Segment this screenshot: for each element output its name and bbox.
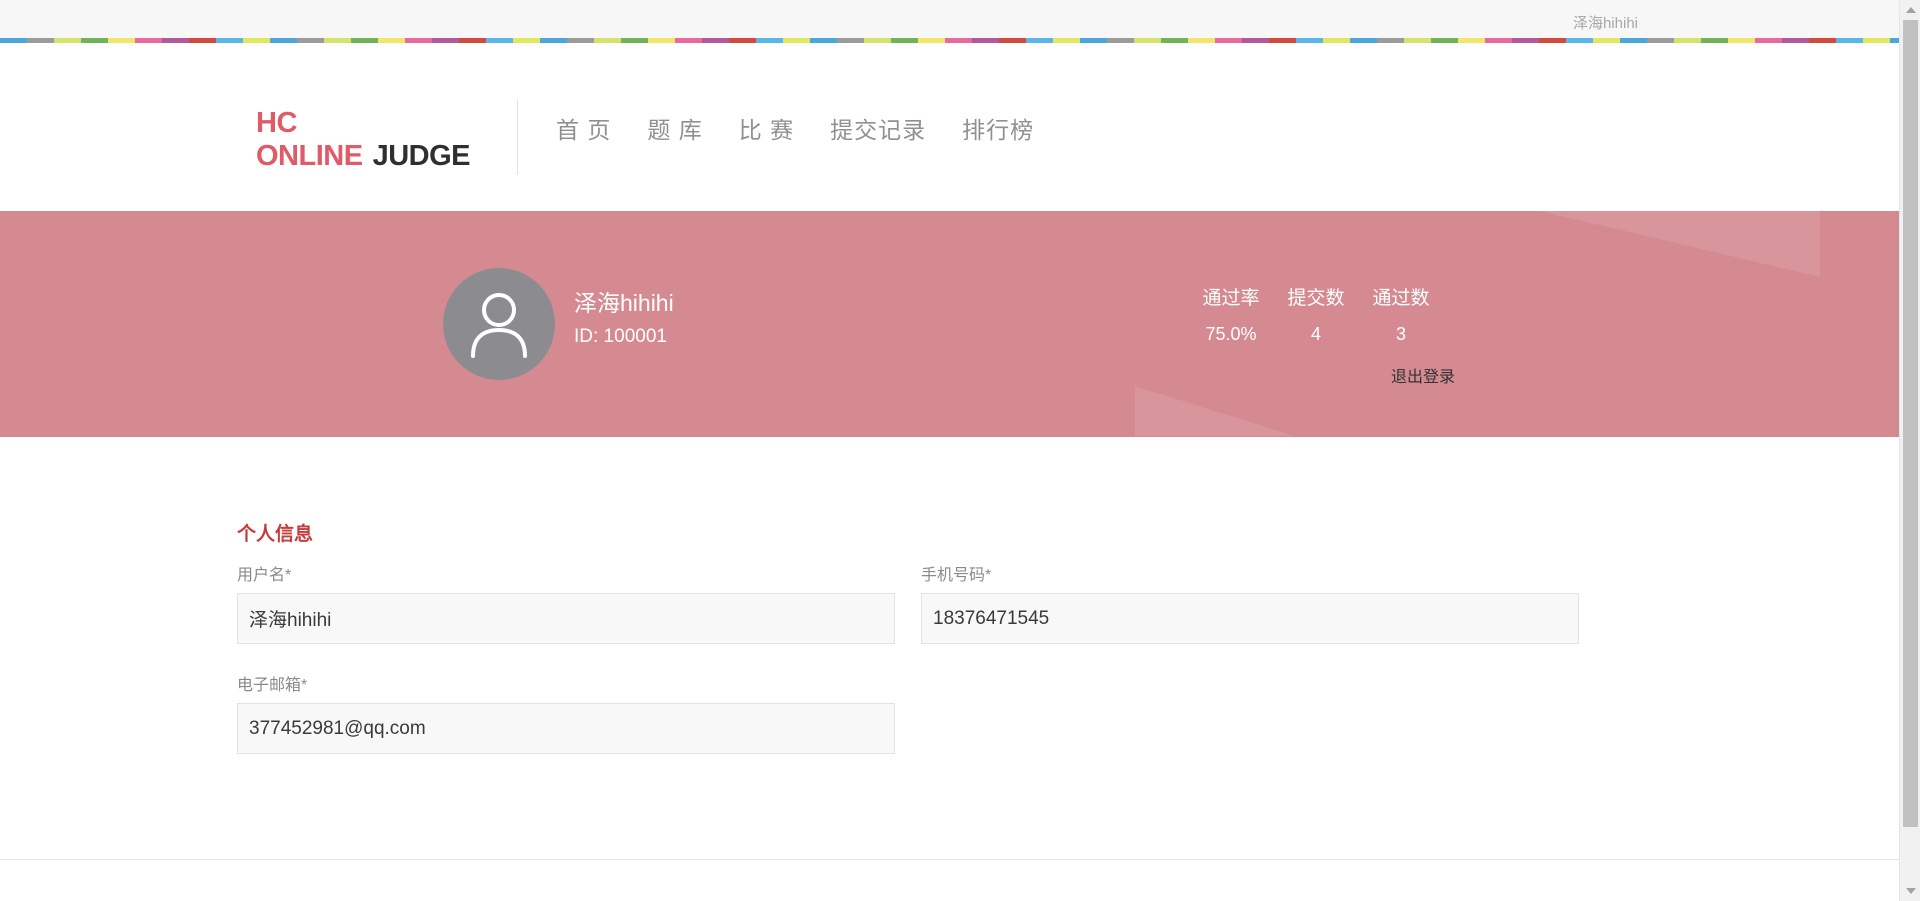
submissions-value: 4 bbox=[1310, 324, 1321, 344]
footer-divider bbox=[0, 859, 1899, 860]
main-nav: 首 页 题 库 比 赛 提交记录 排行榜 bbox=[556, 111, 1070, 145]
top-username-link[interactable]: 泽海hihihi bbox=[1573, 12, 1638, 33]
phone-label: 手机号码* bbox=[921, 567, 992, 584]
banner-decoration bbox=[1135, 386, 1295, 436]
logo-line-2-judge: JUDGE bbox=[372, 140, 471, 172]
email-field[interactable] bbox=[237, 703, 895, 754]
top-bar: 泽海hihihi bbox=[0, 0, 1899, 38]
site-logo[interactable]: HC ONLINE JUDGE bbox=[256, 107, 470, 173]
section-title: 个人信息 bbox=[237, 524, 314, 545]
passed-value: 3 bbox=[1395, 324, 1406, 344]
user-icon bbox=[471, 293, 527, 358]
avatar bbox=[443, 268, 555, 380]
logo-line-1: HC bbox=[256, 107, 297, 139]
pass-rate-label: 通过率 bbox=[1202, 288, 1260, 309]
logout-link[interactable]: 退出登录 bbox=[1391, 363, 1455, 387]
nav-contests[interactable]: 比 赛 bbox=[739, 111, 794, 145]
header-divider bbox=[517, 99, 518, 175]
scroll-down-icon[interactable] bbox=[1906, 888, 1916, 894]
scroll-thumb[interactable] bbox=[1903, 20, 1918, 827]
pass-rate-value: 75.0% bbox=[1205, 324, 1257, 344]
profile-banner: 泽海hihihi ID: 100001 通过率 提交数 通过数 75.0% 4 … bbox=[0, 211, 1899, 437]
logo-line-2-online: ONLINE bbox=[256, 140, 363, 172]
nav-submissions[interactable]: 提交记录 bbox=[830, 111, 926, 145]
banner-decoration bbox=[1480, 211, 1820, 277]
email-label: 电子邮箱* bbox=[237, 677, 308, 694]
profile-username: 泽海hihihi bbox=[574, 290, 674, 316]
submissions-label: 提交数 bbox=[1287, 288, 1345, 309]
nav-problems[interactable]: 题 库 bbox=[647, 111, 702, 145]
profile-id: ID: 100001 bbox=[574, 326, 667, 347]
header: HC ONLINE JUDGE 首 页 题 库 比 赛 提交记录 排行榜 bbox=[0, 43, 1899, 211]
scroll-up-icon[interactable] bbox=[1906, 7, 1916, 13]
username-field[interactable] bbox=[237, 593, 895, 644]
nav-home[interactable]: 首 页 bbox=[556, 111, 611, 145]
phone-field[interactable] bbox=[921, 593, 1579, 644]
passed-label: 通过数 bbox=[1372, 288, 1430, 309]
username-label: 用户名* bbox=[237, 567, 292, 584]
nav-ranking[interactable]: 排行榜 bbox=[962, 111, 1034, 145]
vertical-scrollbar[interactable] bbox=[1899, 0, 1920, 901]
page: 泽海hihihi HC ONLINE JUDGE 首 页 题 库 比 赛 提交记录… bbox=[0, 0, 1920, 901]
